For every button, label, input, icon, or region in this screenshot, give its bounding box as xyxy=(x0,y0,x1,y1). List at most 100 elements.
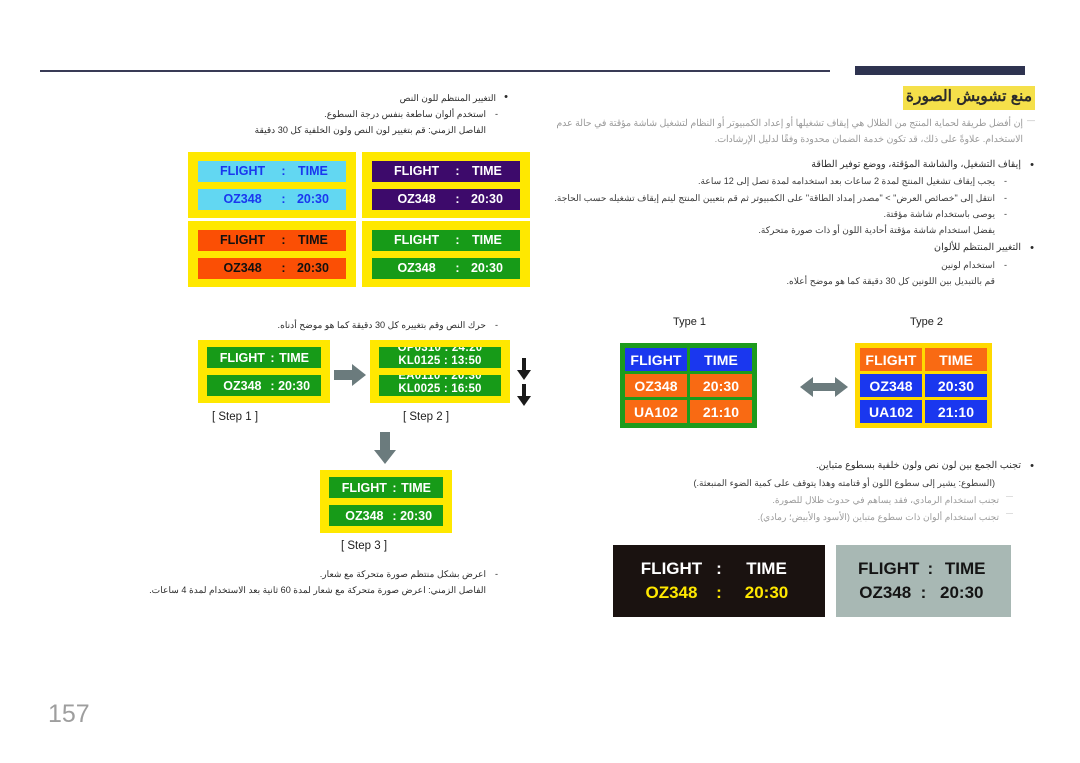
panel-data-strip: OZ348 : 20:30 xyxy=(372,188,520,210)
arrow-down-icon xyxy=(374,432,396,464)
cell-time-header: TIME xyxy=(472,233,502,247)
cell-flight: OZ348 xyxy=(223,378,262,393)
type2-label: Type 2 xyxy=(910,316,944,328)
panel-header-strip: FLIGHT : TIME xyxy=(372,229,520,251)
bullet-text: التغيير المنتظم للألوان xyxy=(934,241,1021,253)
separator: : xyxy=(270,350,275,365)
left-note: اعرض بشكل منتظم صورة متحركة مع شعار. xyxy=(30,566,500,582)
sample-header-row: FLIGHT : TIME xyxy=(858,559,989,579)
separator: : xyxy=(716,583,722,602)
flight-board-type1: FLIGHT TIME OZ348 20:30 UA102 21:10 xyxy=(620,343,757,428)
scroll-line: EA0110 : 20:30 xyxy=(398,375,482,382)
sample-header-row: FLIGHT : TIME xyxy=(635,559,803,579)
document-page: منع تشويش الصورة إن أفضل طريقة لحماية ال… xyxy=(0,0,1080,763)
board-header-row: FLIGHT TIME xyxy=(625,348,752,371)
cell-flight-header: FLIGHT xyxy=(341,480,387,495)
cell-time: 20:30 xyxy=(296,261,329,275)
down-arrows-icon xyxy=(515,358,533,410)
cell-flight-header: FLIGHT xyxy=(219,164,266,178)
left-note: التغيير المنتظم للون النص xyxy=(30,88,510,108)
left-bottom-notes: اعرض بشكل منتظم صورة متحركة مع شعار. الف… xyxy=(30,566,510,598)
step1-caption: [ Step 1 ] xyxy=(212,411,259,423)
list-item: تجنب الجمع بين لون نص ولون خلفية بسطوع م… xyxy=(520,457,1035,491)
header-tab-bar xyxy=(855,66,1025,75)
left-content-column: التغيير المنتظم للون النص استخدم ألوان س… xyxy=(30,88,510,139)
bullet-text: إيقاف التشغيل، والشاشة المؤقتة، ووضع توف… xyxy=(811,158,1021,170)
panel-data-strip: OZ348 : 20:30 xyxy=(198,188,346,210)
double-arrow-icon xyxy=(800,374,848,400)
grey-note: تجنب استخدام ألوان ذات سطوع متباين (الأس… xyxy=(520,507,1013,525)
header-rule xyxy=(40,70,830,72)
left-note: استخدم ألوان ساطعة بنفس درجة السطوع. xyxy=(30,106,500,122)
cell-time: 20:30 xyxy=(925,374,987,397)
board-header-row: FLIGHT TIME xyxy=(860,348,987,371)
sub-note: انتقل إلى "خصائص العرض" > "مصدر إمداد ال… xyxy=(520,190,1009,207)
sub-note: استخدام لونين xyxy=(520,257,1009,274)
separator: : xyxy=(392,508,397,523)
cell-time: 21:10 xyxy=(925,400,987,423)
sub-note: قم بالتبديل بين اللونين كل 30 دقيقة كما … xyxy=(786,275,995,286)
separator: : xyxy=(455,164,460,178)
cell-flight: OZ348 xyxy=(397,261,436,275)
arrow-right-icon xyxy=(334,364,366,386)
cell-time: 20:30 xyxy=(400,508,433,523)
list-item: إيقاف التشغيل، والشاشة المؤقتة، ووضع توف… xyxy=(520,156,1035,239)
step2-panel: OP0310 : 24:20 KL0125 : 13:50 EA0110 : 2… xyxy=(370,340,510,403)
cell-time-header: TIME xyxy=(298,233,328,247)
left-note: حرك النص وقم بتغييره كل 30 دقيقة كما هو … xyxy=(30,317,500,333)
bullet-text: تجنب الجمع بين لون نص ولون خلفية بسطوع م… xyxy=(816,460,1021,471)
separator: : xyxy=(281,164,286,178)
cell-time-header: TIME xyxy=(472,164,502,178)
board-data-row: OZ348 20:30 xyxy=(625,374,752,397)
separator: : xyxy=(455,192,460,206)
type-label-row: Type 1 Type 2 xyxy=(555,316,1025,334)
sub-note: يفضل استخدام شاشة مؤقتة أحادية اللون أو … xyxy=(758,225,995,236)
cell-time: 21:10 xyxy=(690,400,752,423)
cell-time-header: TIME xyxy=(925,348,987,371)
cell-time-header: TIME xyxy=(401,480,432,495)
cell-flight-header: FLIGHT xyxy=(393,233,440,247)
sample-data-row: OZ348 : 20:30 xyxy=(635,583,803,603)
separator: : xyxy=(281,233,286,247)
cell-flight: OZ348 xyxy=(860,374,922,397)
cell-time: 20:30 xyxy=(470,192,503,206)
separator: : xyxy=(716,559,722,578)
left-note: الفاصل الزمني: قم بتغيير لون النص ولون ا… xyxy=(254,125,486,136)
cell-flight-header: FLIGHT xyxy=(858,559,920,578)
cell-flight-header: FLIGHT xyxy=(640,559,703,578)
section-title: منع تشويش الصورة xyxy=(902,86,1035,110)
cell-flight: OZ348 xyxy=(397,192,436,206)
separator: : xyxy=(927,559,934,578)
cell-time: 20:30 xyxy=(940,583,984,602)
cell-time-header: TIME xyxy=(298,164,328,178)
panel-header-strip: FLIGHT : TIME xyxy=(329,477,443,498)
cell-time: 20:30 xyxy=(278,378,311,393)
section-intro: إن أفضل طريقة لحماية المنتج من الظلال هي… xyxy=(520,114,1035,148)
grey-note: تجنب استخدام الرمادي، فقد يساهم في حدوث … xyxy=(520,491,1013,508)
cell-time: 20:30 xyxy=(744,583,789,602)
sub-note: يجب إيقاف تشغيل المنتج لمدة 2 ساعات بعد … xyxy=(520,173,1009,190)
sub-note: (السطوع: يشير إلى سطوع اللون أو قتامته و… xyxy=(693,477,995,488)
cell-flight: OZ348 xyxy=(859,583,912,602)
cell-flight: OZ348 xyxy=(223,192,262,206)
page-number: 157 xyxy=(48,700,90,728)
right-content-column-lower: تجنب الجمع بين لون نص ولون خلفية بسطوع م… xyxy=(520,457,1035,525)
scroll-strip-top: OP0310 : 24:20 KL0125 : 13:50 xyxy=(379,347,501,368)
step3-caption: [ Step 3 ] xyxy=(341,540,388,552)
scroll-line: KL0025 : 16:50 xyxy=(398,383,482,395)
separator: : xyxy=(455,233,460,247)
board-data-row: OZ348 20:30 xyxy=(860,374,987,397)
cell-time: 20:30 xyxy=(296,192,329,206)
step2-caption: [ Step 2 ] xyxy=(403,411,450,423)
separator: : xyxy=(281,261,286,275)
board-data-row: UA102 21:10 xyxy=(625,400,752,423)
panel-data-strip: OZ348 : 20:30 xyxy=(329,505,443,526)
list-item: التغيير المنتظم للألوان استخدام لونين قم… xyxy=(520,239,1035,290)
panel-data-strip: OZ348 : 20:30 xyxy=(372,257,520,279)
cell-time-header: TIME xyxy=(279,350,310,365)
cell-time: 20:30 xyxy=(470,261,503,275)
panel-data-strip: OZ348 : 20:30 xyxy=(207,375,321,396)
cell-flight: OZ348 xyxy=(345,508,384,523)
cell-flight-header: FLIGHT xyxy=(219,233,266,247)
cell-flight: UA102 xyxy=(625,400,687,423)
